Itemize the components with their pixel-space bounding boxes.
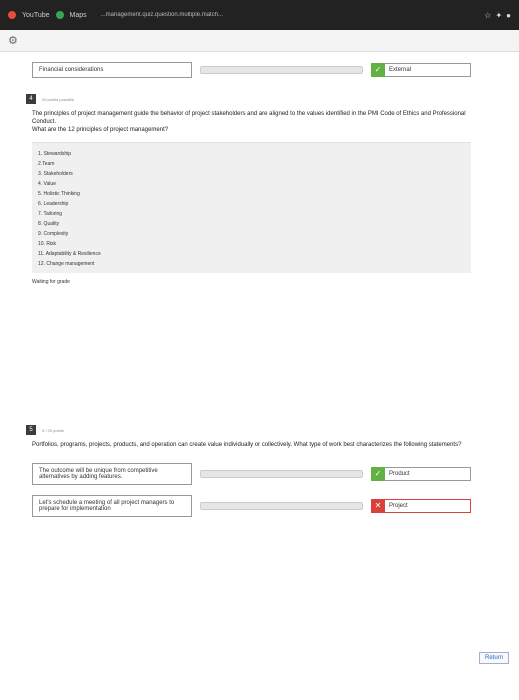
list-item: 1. Stewardship bbox=[38, 151, 72, 157]
list-item: 11. Adaptability & Resilience bbox=[38, 251, 101, 257]
q4-question-text: The principles of project management gui… bbox=[32, 110, 471, 134]
bookmark-youtube[interactable]: YouTube bbox=[22, 12, 50, 19]
question-points: 0 / 20 points bbox=[42, 427, 64, 433]
list-item: 10. Risk bbox=[38, 241, 57, 247]
list-item: 12. Change management bbox=[38, 261, 95, 267]
quiz-toolbar: ⚙ bbox=[0, 30, 519, 52]
youtube-icon[interactable] bbox=[8, 11, 16, 19]
check-icon: ✓ bbox=[371, 62, 385, 77]
match-connector bbox=[200, 470, 363, 478]
q4-header: 4 20 points possible bbox=[26, 94, 471, 104]
quiz-content: Financial considerations ✓ External 4 20… bbox=[0, 52, 519, 700]
q5-answer-label-2: Project bbox=[389, 503, 408, 509]
maps-icon[interactable] bbox=[55, 11, 64, 19]
extension-icon[interactable]: ✦ bbox=[495, 11, 502, 20]
q5-left-text-2: Let's schedule a meeting of all project … bbox=[32, 495, 192, 517]
question-points: 20 points possible bbox=[42, 96, 75, 102]
q5-answer-box-2: ✕ Project bbox=[371, 498, 471, 513]
close-icon: ✕ bbox=[371, 498, 385, 513]
address-bar[interactable]: ...management.quiz.question.multiple.mat… bbox=[93, 12, 479, 18]
bookmark-maps[interactable]: Maps bbox=[70, 12, 87, 19]
match-connector bbox=[200, 66, 363, 74]
list-item: 6. Leadership bbox=[38, 201, 69, 207]
question-number: 4 bbox=[26, 94, 36, 104]
list-item: 7. Tailoring bbox=[38, 211, 63, 217]
q4-answer-box: 1. Stewardship 2.Team 3. Stakeholders 4.… bbox=[32, 142, 471, 273]
check-icon: ✓ bbox=[371, 466, 385, 481]
list-item: 3. Stakeholders bbox=[38, 171, 73, 177]
q5-answer-box-1: ✓ Product bbox=[371, 466, 471, 481]
q5-match-row-1: The outcome will be unique from competit… bbox=[32, 463, 471, 485]
q5-question-text: Portfolios, programs, projects, products… bbox=[32, 442, 462, 448]
star-icon[interactable]: ☆ bbox=[484, 11, 491, 20]
question-number: 5 bbox=[26, 425, 36, 435]
q5-answer-label-1: Product bbox=[389, 471, 410, 477]
list-item: 5. Holistic Thinking bbox=[38, 191, 80, 197]
q5-match-row-2: Let's schedule a meeting of all project … bbox=[32, 495, 471, 517]
q4-question-line1: The principles of project management gui… bbox=[32, 111, 466, 125]
q5-left-text-1: The outcome will be unique from competit… bbox=[32, 463, 192, 485]
match-connector bbox=[200, 502, 363, 510]
grade-status: Waiting for grade bbox=[32, 279, 70, 285]
list-item: 8. Quality bbox=[38, 221, 60, 227]
q5-header: 5 0 / 20 points bbox=[26, 425, 471, 435]
browser-actions: ☆ ✦ ● bbox=[484, 11, 511, 20]
q3-left-text: Financial considerations bbox=[32, 62, 192, 78]
return-button[interactable]: Return bbox=[478, 652, 509, 664]
profile-icon[interactable]: ● bbox=[506, 11, 511, 20]
q4-question-line2: What are the 12 principles of project ma… bbox=[32, 127, 169, 133]
q3-answer-box: ✓ External bbox=[371, 62, 471, 77]
list-item: 4. Value bbox=[38, 181, 56, 187]
browser-chrome: YouTube Maps ...management.quiz.question… bbox=[0, 0, 519, 30]
q3-answer-label: External bbox=[389, 67, 412, 73]
gear-icon[interactable]: ⚙ bbox=[8, 34, 18, 47]
q3-match-row: Financial considerations ✓ External bbox=[32, 62, 471, 78]
list-item: 9. Complexity bbox=[38, 231, 69, 237]
list-item: 2.Team bbox=[38, 161, 55, 167]
